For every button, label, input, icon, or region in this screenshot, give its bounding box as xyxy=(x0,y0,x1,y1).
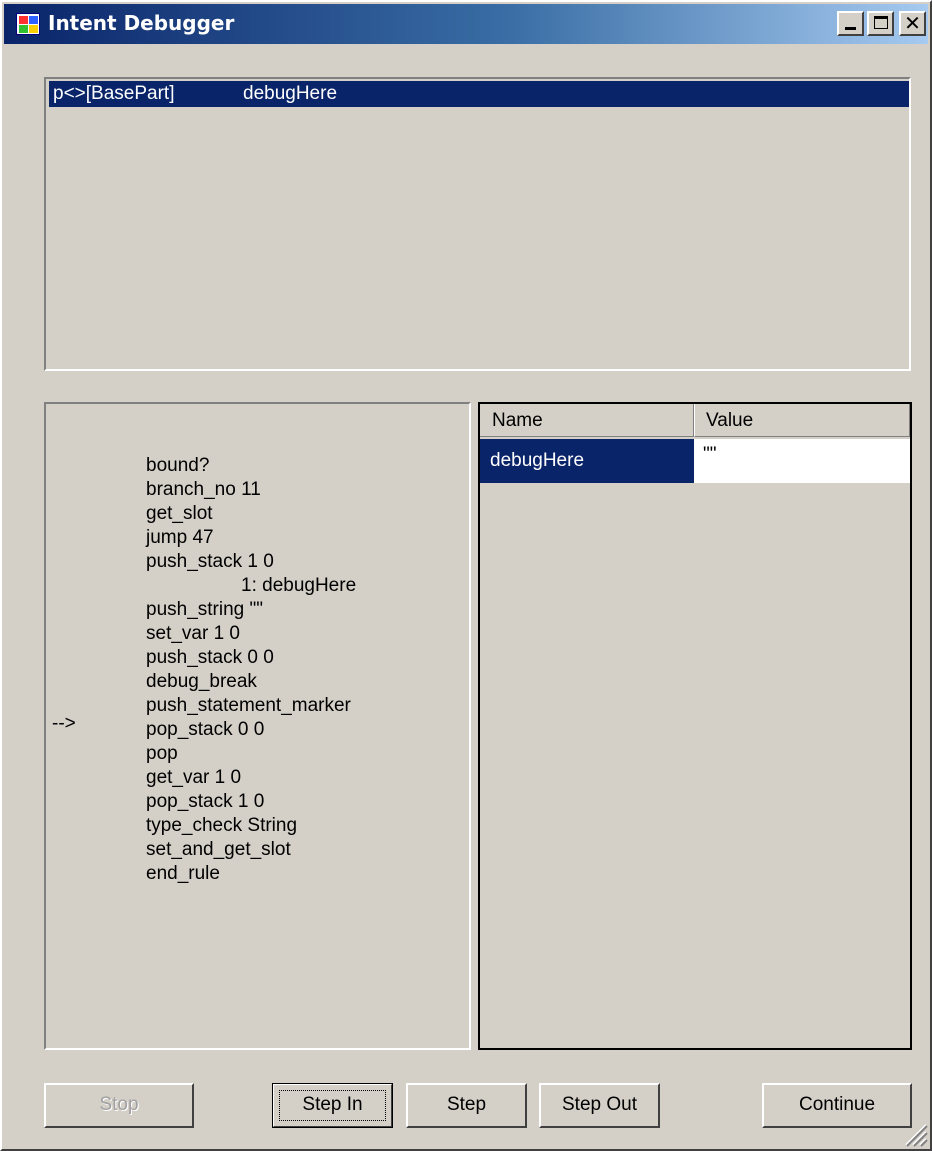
app-icon[interactable] xyxy=(16,13,40,35)
instruction-line: branch_no 11 xyxy=(146,479,261,500)
column-header-value[interactable]: Value xyxy=(694,404,910,437)
minimize-icon xyxy=(845,27,856,30)
step-in-button[interactable]: Step In xyxy=(272,1083,393,1128)
current-instruction-marker: --> xyxy=(52,713,76,734)
variables-header: Name Value xyxy=(480,404,910,437)
instruction-line: push_stack 1 0 xyxy=(146,551,274,572)
instruction-line: end_rule xyxy=(146,863,220,884)
instruction-line: jump 47 xyxy=(146,527,214,548)
instruction-line: debug_break xyxy=(146,671,257,692)
call-stack-list[interactable]: p<>[BasePart] debugHere xyxy=(44,77,911,371)
instruction-line: push_string "" xyxy=(146,599,263,620)
step-button[interactable]: Step xyxy=(406,1083,527,1128)
instruction-line: set_var 1 0 xyxy=(146,623,240,644)
instruction-line: push_stack 0 0 xyxy=(146,647,274,668)
instruction-line: pop xyxy=(146,743,178,764)
variable-row[interactable]: debugHere "" xyxy=(480,439,910,483)
variable-name[interactable]: debugHere xyxy=(480,439,694,483)
instruction-line: type_check String xyxy=(146,815,298,836)
code-listing-pane[interactable]: --> bound? branch_no 11 get_slot jump 47… xyxy=(44,402,471,1050)
stack-method-label: debugHere xyxy=(243,83,338,104)
minimize-button[interactable] xyxy=(837,11,864,36)
stop-button[interactable]: Stop xyxy=(44,1083,194,1128)
call-stack-row[interactable]: p<>[BasePart] debugHere xyxy=(49,81,909,107)
continue-button[interactable]: Continue xyxy=(762,1083,912,1128)
resize-grip-icon[interactable] xyxy=(902,1121,928,1147)
column-header-name[interactable]: Name xyxy=(480,404,694,437)
variables-list-view[interactable]: Name Value debugHere "" xyxy=(478,402,912,1050)
instruction-line: set_and_get_slot xyxy=(146,839,291,860)
instruction-list: bound? branch_no 11 get_slot jump 47 pus… xyxy=(146,454,356,886)
instruction-line: 1: debugHere xyxy=(241,575,357,596)
instruction-line: pop_stack 1 0 xyxy=(146,791,265,812)
debugger-window: Intent Debugger ✕ p<>[BasePart] debugHer… xyxy=(0,0,932,1151)
close-icon: ✕ xyxy=(904,11,921,35)
close-button[interactable]: ✕ xyxy=(899,11,926,36)
instruction-line: pop_stack 0 0 xyxy=(146,719,265,740)
title-bar[interactable]: Intent Debugger ✕ xyxy=(4,4,928,44)
step-out-button[interactable]: Step Out xyxy=(539,1083,660,1128)
instruction-line: get_var 1 0 xyxy=(146,767,242,788)
instruction-line: get_slot xyxy=(146,503,213,524)
stack-frame-label: p<>[BasePart] xyxy=(53,83,175,104)
instruction-line-current: push_statement_marker xyxy=(146,695,351,716)
maximize-icon xyxy=(874,16,888,29)
variable-value[interactable]: "" xyxy=(694,439,910,483)
focus-rectangle xyxy=(279,1090,386,1121)
window-title: Intent Debugger xyxy=(48,11,235,35)
instruction-line: bound? xyxy=(146,455,210,476)
maximize-button[interactable] xyxy=(867,11,894,36)
